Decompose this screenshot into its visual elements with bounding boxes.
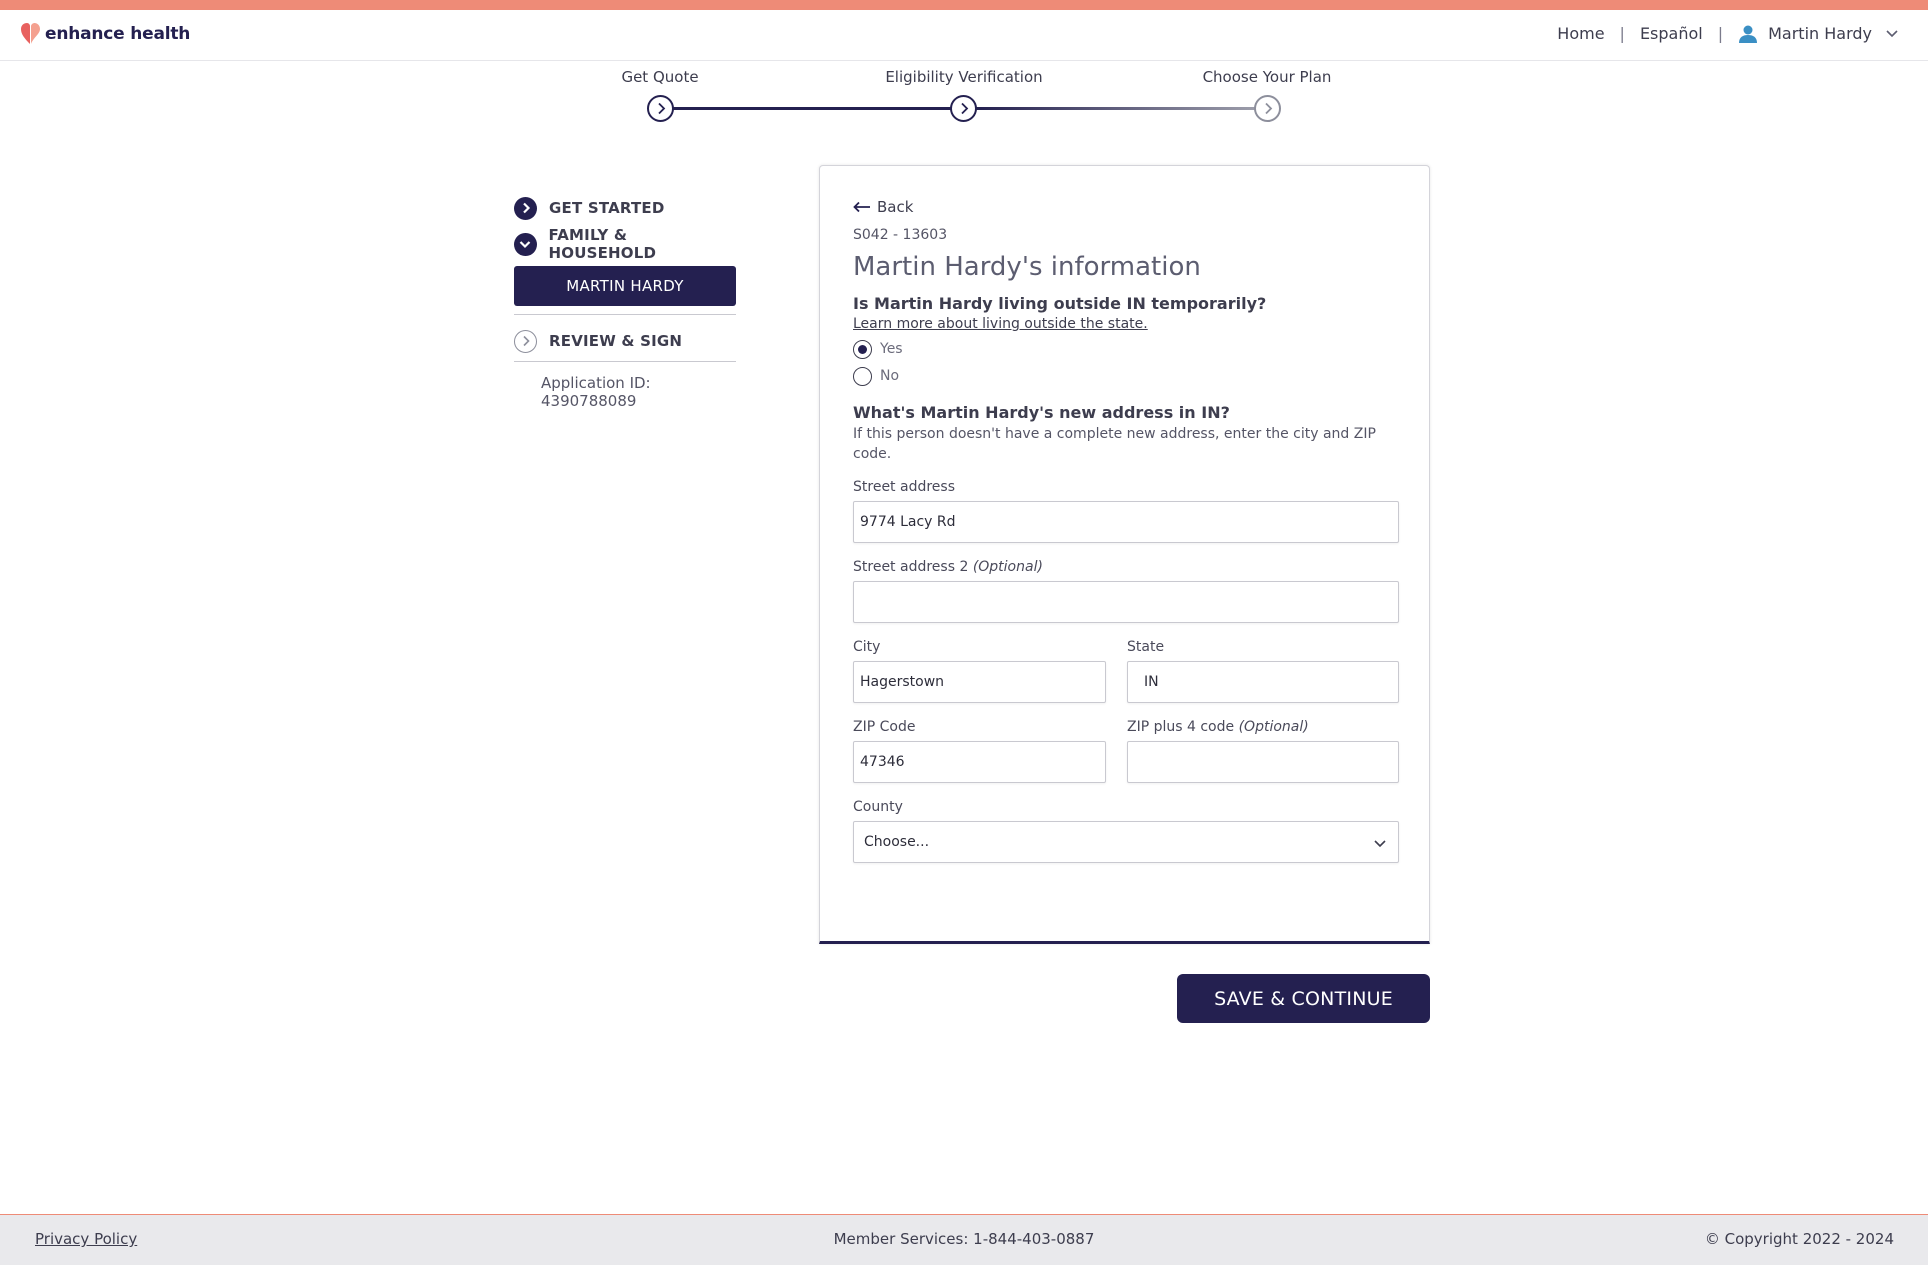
nav-separator: | (1619, 24, 1625, 43)
zip4-label: ZIP plus 4 code (Optional) (1127, 719, 1399, 735)
step-connector-upcoming (976, 107, 1255, 110)
chevron-right-filled-icon (514, 196, 537, 220)
sidenav-divider (514, 361, 736, 362)
county-group: County Choose... (853, 799, 1399, 863)
nav-language-link[interactable]: Español (1640, 24, 1703, 43)
zip-group: ZIP Code (853, 719, 1106, 783)
sidenav-item-get-started[interactable]: GET STARTED (514, 190, 736, 226)
member-services-text: Member Services: 1-844-403-0887 (833, 1230, 1095, 1248)
county-selected-value: Choose... (864, 834, 930, 850)
street-address-2-label: Street address 2 (Optional) (853, 559, 1399, 575)
street-address-input[interactable] (853, 501, 1399, 543)
zip4-label-text: ZIP plus 4 code (1127, 719, 1235, 735)
top-accent-stripe (0, 0, 1928, 10)
chevron-right-outline-icon (514, 329, 537, 353)
copyright-text: © Copyright 2022 - 2024 (1704, 1230, 1894, 1248)
radio-button-selected[interactable] (853, 339, 872, 359)
question-new-address: What's Martin Hardy's new address in IN? (853, 403, 1230, 422)
street-address-2-input[interactable] (853, 581, 1399, 623)
county-select[interactable]: Choose... (853, 821, 1399, 863)
street-address-group: Street address (853, 479, 1399, 543)
brand-logo[interactable]: enhance health (20, 22, 190, 46)
optional-tag: (Optional) (972, 559, 1043, 575)
step-connector-complete (673, 107, 952, 110)
chevron-right-icon (960, 102, 968, 115)
radio-option-yes[interactable]: Yes (853, 339, 1399, 359)
chevron-down-icon (1374, 836, 1386, 852)
chevron-right-icon (657, 102, 665, 115)
user-icon (1738, 25, 1758, 43)
learn-more-link[interactable]: Learn more about living outside the stat… (853, 316, 1148, 332)
header-nav: Home | Español | Martin Hardy (1557, 24, 1898, 43)
member-info-card: Back S042 - 13603 Martin Hardy's informa… (819, 165, 1430, 944)
step-dot-get-quote (647, 95, 674, 122)
sidenav-item-family-household[interactable]: FAMILY & HOUSEHOLD (514, 226, 736, 262)
user-menu[interactable]: Martin Hardy (1738, 24, 1898, 43)
brand-name: enhance health (45, 24, 191, 44)
step-dot-choose-plan (1254, 95, 1281, 122)
zip4-input[interactable] (1127, 741, 1399, 783)
case-id: S042 - 13603 (853, 227, 948, 243)
zip4-group: ZIP plus 4 code (Optional) (1127, 719, 1399, 783)
optional-tag: (Optional) (1238, 719, 1309, 735)
sidenav-item-label: FAMILY & HOUSEHOLD (548, 226, 657, 262)
state-group: State (1127, 639, 1399, 703)
step-dot-eligibility (950, 95, 977, 122)
site-header: enhance health Home | Español | Martin H… (0, 10, 1928, 61)
zip-row: ZIP Code ZIP plus 4 code (Optional) (853, 719, 1399, 783)
zip-label: ZIP Code (853, 719, 916, 735)
user-name: Martin Hardy (1768, 24, 1872, 43)
zip-input[interactable] (853, 741, 1106, 783)
nav-home-link[interactable]: Home (1557, 24, 1604, 43)
arrow-left-icon (853, 201, 870, 213)
radio-label: Yes (880, 341, 903, 357)
step-label-eligibility: Eligibility Verification (885, 68, 1043, 86)
street-address-2-group: Street address 2 (Optional) (853, 559, 1399, 623)
step-label-get-quote: Get Quote (621, 68, 699, 86)
save-continue-button[interactable]: SAVE & CONTINUE (1177, 974, 1430, 1023)
sidenav-item-label: REVIEW & SIGN (549, 332, 683, 350)
application-id: Application ID: 4390788089 (541, 374, 651, 410)
nav-separator: | (1717, 24, 1724, 43)
chevron-down-icon (1886, 29, 1898, 38)
sidenav-item-review-sign[interactable]: REVIEW & SIGN (514, 323, 736, 359)
chevron-right-icon (1264, 102, 1272, 115)
question-living-outside: Is Martin Hardy living outside IN tempor… (853, 294, 1267, 313)
state-input[interactable] (1127, 661, 1399, 703)
step-label-choose-plan: Choose Your Plan (1202, 68, 1332, 86)
heart-logo-icon (20, 22, 42, 46)
street-address-label: Street address (853, 479, 955, 495)
back-link[interactable]: Back (853, 196, 1399, 218)
sidenav-subitem-martin-hardy[interactable]: MARTIN HARDY (514, 266, 736, 306)
radio-selected-dot (858, 344, 867, 354)
application-sidenav: GET STARTED FAMILY & HOUSEHOLD MARTIN HA… (514, 190, 736, 410)
radio-option-no[interactable]: No (853, 366, 1399, 386)
radio-button[interactable] (853, 366, 872, 386)
sidenav-divider (514, 314, 736, 315)
city-input[interactable] (853, 661, 1106, 703)
address-help-text: If this person doesn't have a complete n… (853, 426, 1376, 462)
city-group: City (853, 639, 1106, 703)
site-footer: Privacy Policy Member Services: 1-844-40… (0, 1214, 1928, 1265)
city-state-row: City State (853, 639, 1399, 703)
back-label: Back (877, 198, 914, 216)
state-label: State (1127, 639, 1165, 655)
chevron-down-filled-icon (514, 232, 537, 256)
city-label: City (853, 639, 881, 655)
street-address-2-label-text: Street address 2 (853, 559, 969, 575)
page-title: Martin Hardy's information (853, 252, 1201, 282)
sidenav-item-label: GET STARTED (549, 199, 665, 217)
county-label: County (853, 799, 903, 815)
radio-label: No (880, 368, 900, 384)
privacy-policy-link[interactable]: Privacy Policy (35, 1230, 137, 1248)
